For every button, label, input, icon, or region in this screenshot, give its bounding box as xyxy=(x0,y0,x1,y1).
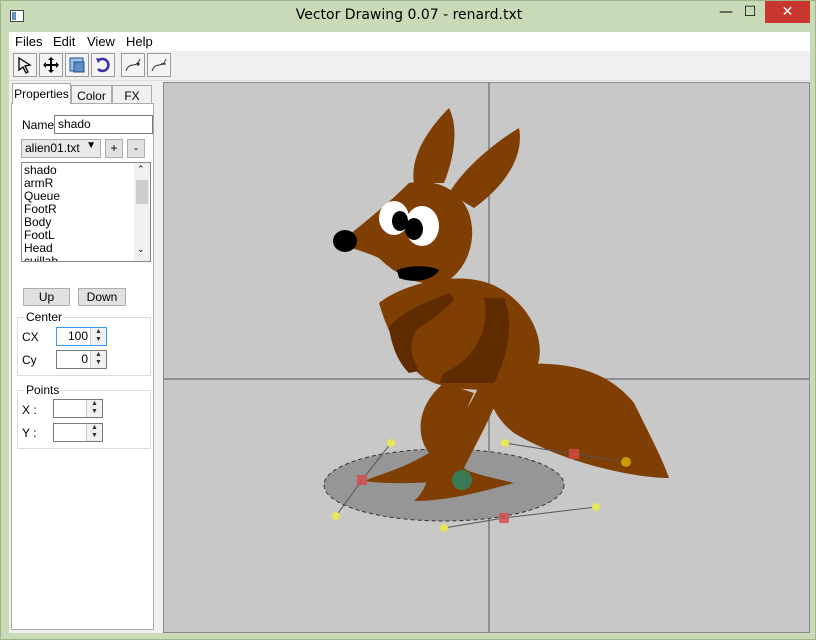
fox-ear-left[interactable] xyxy=(413,108,455,183)
menu-view[interactable]: View xyxy=(87,34,115,49)
properties-tab-page: Name shado alien01.txt ▼ + - shado armR … xyxy=(11,103,154,630)
selection-handle[interactable] xyxy=(499,513,509,523)
control-point[interactable] xyxy=(592,503,600,511)
toolbar xyxy=(9,51,810,81)
control-point[interactable] xyxy=(621,457,631,467)
cx-value: 100 xyxy=(67,329,88,343)
control-point[interactable] xyxy=(387,439,395,447)
cx-stepper[interactable]: 100 ▲ ▼ xyxy=(56,327,107,346)
x-label: X : xyxy=(22,403,37,417)
add-point-icon xyxy=(125,58,141,72)
fox-pupil-right xyxy=(405,218,423,240)
close-button[interactable]: ✕ xyxy=(765,1,810,23)
tab-properties[interactable]: Properties xyxy=(12,83,71,104)
tab-color[interactable]: Color xyxy=(71,85,112,105)
y-stepper[interactable]: ▲ ▼ xyxy=(53,423,103,442)
tab-fx[interactable]: FX xyxy=(112,85,152,105)
points-group-title: Points xyxy=(24,383,62,397)
selection-handle[interactable] xyxy=(357,475,367,485)
center-point[interactable] xyxy=(452,470,472,490)
chevron-down-icon: ▼ xyxy=(86,140,96,151)
file-select-value: alien01.txt xyxy=(25,141,80,155)
scrollbar-thumb[interactable] xyxy=(136,180,148,204)
client-area: Files Edit View Help Properties Color FX… xyxy=(9,32,810,633)
drawing-canvas[interactable] xyxy=(163,82,810,633)
control-point[interactable] xyxy=(332,512,340,520)
remove-file-button[interactable]: - xyxy=(127,139,145,158)
remove-point-tool-button[interactable] xyxy=(147,53,171,77)
cy-value: 0 xyxy=(81,352,88,366)
fox-drawing xyxy=(164,83,809,632)
center-group: Center CX 100 ▲ ▼ Cy 0 ▲ ▼ xyxy=(17,310,151,376)
properties-panel: Properties Color FX Name shado alien01.t… xyxy=(9,82,157,633)
move-tool-button[interactable] xyxy=(39,53,63,77)
y-spin-arrows[interactable]: ▲ ▼ xyxy=(86,424,102,441)
cy-stepper[interactable]: 0 ▲ ▼ xyxy=(56,350,107,369)
move-icon xyxy=(43,57,59,73)
file-select[interactable]: alien01.txt ▼ xyxy=(21,139,101,158)
list-item[interactable]: cuillab xyxy=(24,255,58,262)
cx-spin-arrows[interactable]: ▲ ▼ xyxy=(90,328,106,345)
select-tool-button[interactable] xyxy=(13,53,37,77)
cy-label: Cy xyxy=(22,353,37,367)
name-label: Name xyxy=(22,118,55,132)
fox-ear-right[interactable] xyxy=(449,128,520,208)
select-arrow-icon xyxy=(18,56,32,74)
x-stepper[interactable]: ▲ ▼ xyxy=(53,399,103,418)
menu-edit[interactable]: Edit xyxy=(53,34,75,49)
menu-help[interactable]: Help xyxy=(126,34,153,49)
minimize-button[interactable]: — xyxy=(715,1,737,23)
maximize-button[interactable]: ☐ xyxy=(739,1,761,23)
menu-bar: Files Edit View Help xyxy=(9,32,810,51)
rotate-tool-button[interactable] xyxy=(91,53,115,77)
window-title: Vector Drawing 0.07 - renard.txt xyxy=(295,7,523,23)
control-point[interactable] xyxy=(440,524,448,532)
transform-tool-button[interactable] xyxy=(65,53,89,77)
add-point-tool-button[interactable] xyxy=(121,53,145,77)
control-point[interactable] xyxy=(501,439,509,447)
menu-files[interactable]: Files xyxy=(15,34,42,49)
scroll-down-icon[interactable]: ⌄ xyxy=(137,245,145,255)
x-spin-arrows[interactable]: ▲ ▼ xyxy=(86,400,102,417)
app-window: Vector Drawing 0.07 - renard.txt — ☐ ✕ F… xyxy=(0,0,816,640)
cx-label: CX xyxy=(22,330,39,344)
remove-point-icon xyxy=(151,58,167,72)
y-label: Y : xyxy=(22,426,37,440)
center-group-title: Center xyxy=(24,310,65,324)
points-group: Points X : ▲ ▼ Y : ▲ ▼ xyxy=(17,383,151,449)
selection-handle[interactable] xyxy=(569,449,579,459)
title-bar: Vector Drawing 0.07 - renard.txt — ☐ ✕ xyxy=(1,1,816,32)
cy-spin-arrows[interactable]: ▲ ▼ xyxy=(90,351,106,368)
add-file-button[interactable]: + xyxy=(105,139,123,158)
fox-nose xyxy=(333,230,357,252)
parts-list[interactable]: shado armR Queue FootR Body FootL Head c… xyxy=(21,162,151,262)
scroll-up-icon[interactable]: ⌃ xyxy=(137,165,145,175)
transform-icon xyxy=(69,57,85,73)
up-button[interactable]: Up xyxy=(23,288,70,306)
rotate-icon xyxy=(96,57,110,73)
name-field[interactable]: shado xyxy=(54,115,153,134)
list-scrollbar[interactable]: ⌃ ⌄ xyxy=(134,163,150,261)
down-button[interactable]: Down xyxy=(78,288,126,306)
